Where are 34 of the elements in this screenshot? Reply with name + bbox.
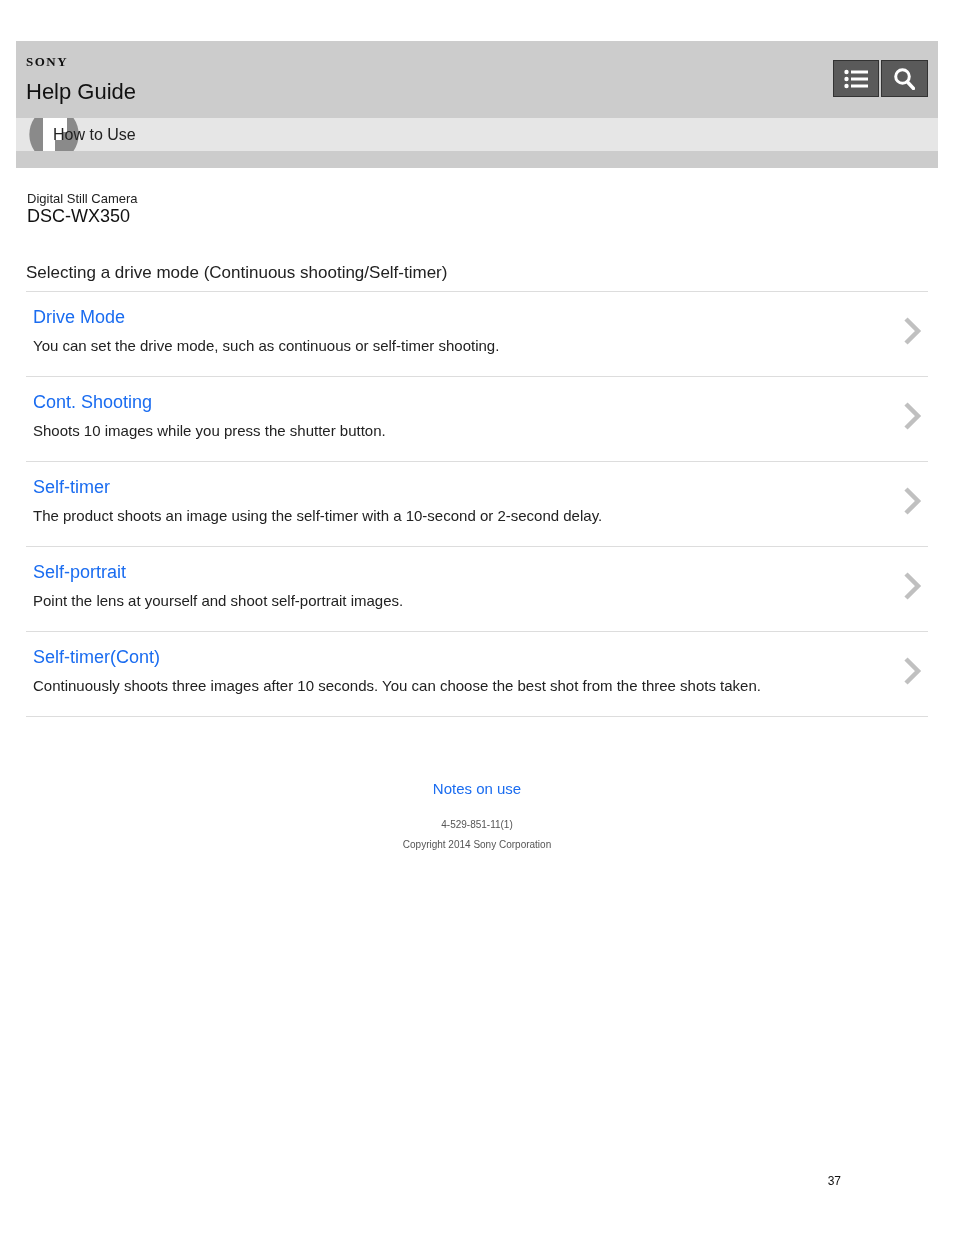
logo[interactable]: SONY [26, 55, 69, 69]
topic-item[interactable]: Drive Mode You can set the drive mode, such as continuous or self-timer shooting. [26, 292, 928, 377]
topic-link[interactable]: Self-timer(Cont) [33, 647, 161, 668]
chevron-right-icon [903, 486, 922, 516]
topic-item[interactable]: Cont. Shooting Shoots 10 images while you press the shutter button. [26, 377, 928, 462]
chevron-right-icon [903, 316, 922, 346]
chevron-right-icon [903, 401, 922, 431]
copyright-text: Copyright 2014 Sony Corporation [402, 839, 552, 851]
page-number: 37 [827, 1174, 841, 1188]
chevron-right-icon [903, 571, 922, 601]
page-title: Selecting a drive mode (Continuous shooting/Self-timer) [26, 263, 928, 292]
topic-item[interactable]: Self-timer(Cont) Continuously shoots three images after 10 seconds. You can choose the best shot from the three shots taken. [26, 632, 928, 717]
search-button[interactable] [881, 60, 928, 97]
document-code: 4-529-851-11(1) [441, 819, 513, 831]
topic-item[interactable]: Self-portrait Point the lens at yourself and shoot self-portrait images. [26, 547, 928, 632]
notes-link[interactable]: Notes on use [432, 780, 522, 798]
breadcrumb-link[interactable]: How to Use [53, 125, 136, 144]
topic-description: You can set the drive mode, such as continuous or self-timer shooting. [33, 337, 500, 355]
guide-title: Help Guide [26, 79, 137, 105]
topic-link[interactable]: Cont. Shooting [33, 392, 153, 413]
topic-item[interactable]: Self-timer The product shoots an image using the self-timer with a 10-second or 2-second delay. [26, 462, 928, 547]
topic-description: Continuously shoots three images after 10 seconds. You can choose the best shot from the three shots taken. [33, 677, 761, 695]
topic-link[interactable]: Self-timer [33, 477, 110, 498]
topic-link[interactable]: Self-portrait [33, 562, 127, 583]
topic-description: Shoots 10 images while you press the shutter button. [33, 422, 386, 440]
list-icon [844, 68, 868, 89]
search-icon [894, 67, 915, 90]
chevron-right-icon [903, 656, 922, 686]
menu-button[interactable] [833, 60, 879, 97]
product-model: DSC-WX350 [27, 206, 132, 227]
topic-description: Point the lens at yourself and shoot self-portrait images. [33, 592, 404, 610]
topic-description: The product shoots an image using the self-timer with a 10-second or 2-second delay. [33, 507, 603, 525]
product-category: Digital Still Camera [27, 191, 139, 206]
topic-link[interactable]: Drive Mode [33, 307, 126, 328]
